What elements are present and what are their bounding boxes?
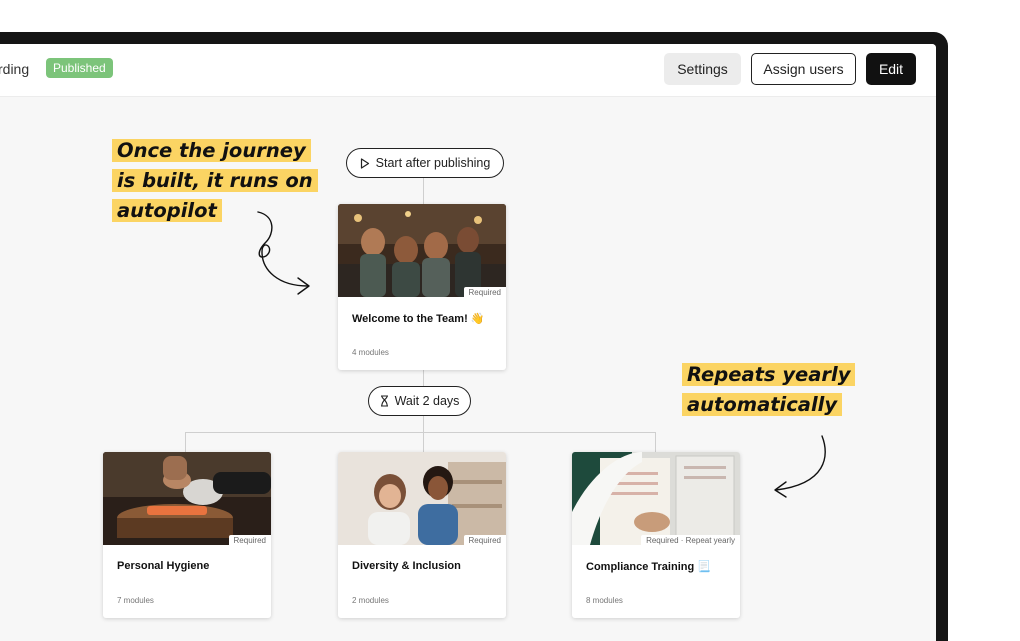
connector-wait xyxy=(423,416,424,452)
journey-card-compliance[interactable]: Required · Repeat yearly Compliance Trai… xyxy=(572,452,740,618)
callout-line: Repeats yearly xyxy=(682,363,856,386)
connector-welcome xyxy=(423,370,424,386)
app-screen: rding Published Settings Assign users Ed… xyxy=(0,44,936,641)
team-photo xyxy=(338,204,506,297)
play-icon xyxy=(360,157,370,169)
hourglass-icon xyxy=(380,395,389,407)
diversity-photo xyxy=(338,452,506,545)
hygiene-photo xyxy=(103,452,271,545)
repeat-callout: Repeats yearly automatically xyxy=(682,360,872,420)
wait-delay-label: Wait 2 days xyxy=(394,394,460,408)
edit-button[interactable]: Edit xyxy=(866,53,916,85)
connector-start xyxy=(423,178,424,204)
wait-delay-node[interactable]: Wait 2 days xyxy=(368,386,471,416)
card-tag: Required xyxy=(463,535,506,546)
connector-compliance xyxy=(655,432,656,452)
app-header: rding Published Settings Assign users Ed… xyxy=(0,44,936,97)
card-title: Welcome to the Team! 👋 xyxy=(352,313,485,325)
settings-button[interactable]: Settings xyxy=(664,53,741,85)
start-trigger-node[interactable]: Start after publishing xyxy=(346,148,504,178)
card-module-count: 4 modules xyxy=(352,348,389,357)
callout-line: is built, it runs on xyxy=(112,169,318,192)
card-module-count: 7 modules xyxy=(117,596,154,605)
curly-arrow-icon xyxy=(257,211,310,295)
journey-card-hygiene[interactable]: Required Personal Hygiene 7 modules xyxy=(103,452,271,618)
card-title: Diversity & Inclusion xyxy=(352,560,461,572)
journey-card-diversity[interactable]: Required Diversity & Inclusion 2 modules xyxy=(338,452,506,618)
card-title: Compliance Training 📃 xyxy=(586,561,711,573)
page: rding Published Settings Assign users Ed… xyxy=(0,0,1020,641)
card-tag: Required · Repeat yearly xyxy=(641,535,740,546)
card-module-count: 8 modules xyxy=(586,596,623,605)
connector-hygiene xyxy=(185,432,186,452)
assign-users-button[interactable]: Assign users xyxy=(751,53,856,85)
card-tag: Required xyxy=(463,287,506,298)
curved-arrow-icon xyxy=(774,435,826,498)
callout-line: automatically xyxy=(682,393,843,416)
status-badge: Published xyxy=(46,58,113,78)
card-tag: Required xyxy=(228,535,271,546)
journey-card-welcome[interactable]: Required Welcome to the Team! 👋 4 module… xyxy=(338,204,506,370)
compliance-photo xyxy=(572,452,740,545)
start-trigger-label: Start after publishing xyxy=(375,156,491,170)
card-title: Personal Hygiene xyxy=(117,560,210,572)
connector-branch xyxy=(185,432,656,433)
card-module-count: 2 modules xyxy=(352,596,389,605)
callout-line: Once the journey xyxy=(112,139,311,162)
journey-name: rding xyxy=(0,61,30,77)
callout-line: autopilot xyxy=(112,199,222,222)
